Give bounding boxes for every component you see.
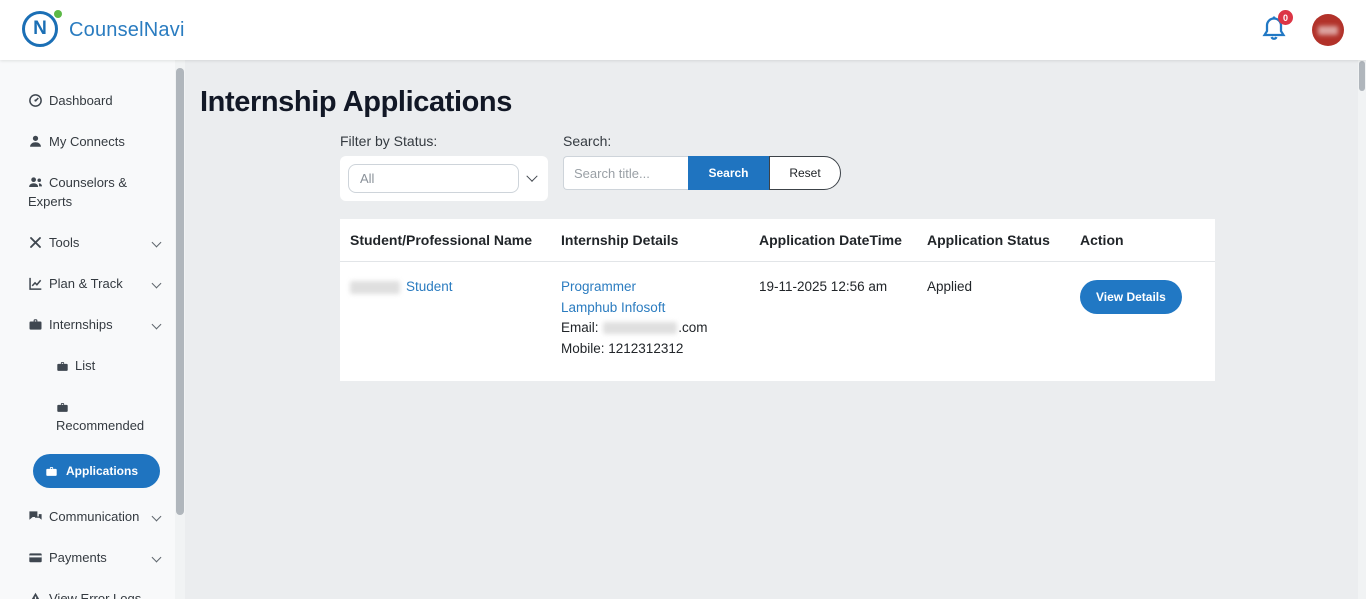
briefcase-icon — [56, 360, 69, 373]
sidebar-item-dashboard[interactable]: Dashboard — [0, 80, 175, 121]
column-header: Internship Details — [551, 219, 749, 261]
chevron-down-icon — [526, 170, 537, 181]
chart-icon — [28, 276, 43, 291]
view-details-button[interactable]: View Details — [1080, 280, 1182, 314]
action-cell: View Details — [1070, 262, 1215, 381]
sidebar-scrollbar-thumb[interactable] — [176, 68, 184, 515]
column-header: Application Status — [917, 219, 1070, 261]
filter-label: Filter by Status: — [340, 133, 548, 149]
avatar-label-blurred — [1318, 26, 1338, 35]
person-icon — [28, 134, 43, 149]
applications-table: Student/Professional Name Internship Det… — [340, 219, 1215, 381]
column-header: Application DateTime — [749, 219, 917, 261]
sidebar-item-internships[interactable]: Internships — [0, 304, 175, 345]
sidebar-item-label: Dashboard — [49, 93, 113, 108]
counselnavi-logo-icon: N — [22, 11, 60, 49]
chevron-down-icon — [152, 512, 162, 522]
sidebar-scrollbar — [175, 60, 185, 599]
sidebar: Dashboard My Connects Counselors & Exper… — [0, 60, 175, 599]
reset-button[interactable]: Reset — [769, 156, 841, 190]
search-label: Search: — [563, 133, 841, 149]
sidebar-item-label: Internships — [49, 317, 113, 332]
briefcase-icon — [28, 317, 43, 332]
internship-details-cell: Programmer Lamphub Infosoft Email: .com … — [551, 262, 749, 381]
bell-icon — [1260, 30, 1288, 47]
student-name-blurred — [350, 281, 400, 294]
sidebar-item-label: Payments — [49, 550, 107, 565]
table-header-row: Student/Professional Name Internship Det… — [340, 219, 1215, 262]
chevron-down-icon — [152, 553, 162, 563]
search-group: Search: Search Reset — [563, 133, 841, 190]
page-title: Internship Applications — [200, 86, 1358, 119]
sidebar-item-counselors-experts[interactable]: Counselors & Experts — [0, 162, 175, 222]
chevron-down-icon — [152, 238, 162, 248]
application-status-cell: Applied — [917, 262, 1070, 381]
sidebar-item-communication[interactable]: Communication — [0, 496, 175, 537]
internship-title-link[interactable]: Programmer — [561, 279, 636, 294]
page-scrollbar-thumb[interactable] — [1359, 61, 1365, 91]
briefcase-icon — [45, 465, 58, 478]
notifications-button[interactable]: 0 — [1260, 15, 1290, 45]
chat-icon — [28, 509, 43, 524]
sidebar-item-payments[interactable]: Payments — [0, 537, 175, 578]
tools-icon — [28, 235, 43, 250]
sidebar-item-applications[interactable]: Applications — [33, 454, 160, 488]
sidebar-item-label: Plan & Track — [49, 276, 123, 291]
sidebar-item-label: Recommended — [56, 418, 144, 433]
briefcase-icon — [56, 401, 69, 414]
sidebar-item-label: Applications — [66, 464, 138, 478]
sidebar-item-recommended[interactable]: Recommended — [0, 386, 175, 446]
page-scrollbar — [1358, 60, 1366, 599]
internships-submenu: List Recommended Applications — [0, 345, 175, 488]
company-link[interactable]: Lamphub Infosoft — [561, 300, 665, 315]
card-icon — [28, 550, 43, 565]
status-filter-value: All — [348, 164, 519, 193]
sidebar-item-label: List — [75, 358, 95, 373]
sidebar-item-list[interactable]: List — [0, 345, 175, 386]
sidebar-item-label: View Error Logs — [49, 591, 141, 599]
notification-badge: 0 — [1278, 10, 1293, 25]
student-name-link[interactable]: Student — [406, 279, 453, 294]
brand-name: CounselNavi — [69, 19, 185, 42]
filter-group: Filter by Status: All — [340, 133, 548, 201]
sidebar-item-my-connects[interactable]: My Connects — [0, 121, 175, 162]
student-name-cell: Student — [340, 262, 551, 381]
search-button[interactable]: Search — [688, 156, 769, 190]
application-datetime-cell: 19-11-2025 12:56 am — [749, 262, 917, 381]
sidebar-item-view-error-logs[interactable]: View Error Logs — [0, 578, 175, 599]
column-header: Action — [1070, 219, 1215, 261]
chevron-down-icon — [152, 320, 162, 330]
warning-icon — [28, 591, 43, 599]
column-header: Student/Professional Name — [340, 219, 551, 261]
sidebar-item-label: Communication — [49, 509, 139, 524]
sidebar-item-plan-track[interactable]: Plan & Track — [0, 263, 175, 304]
sidebar-item-label: Tools — [49, 235, 79, 250]
email-blurred — [603, 322, 677, 334]
main-content: Internship Applications Filter by Status… — [185, 60, 1358, 599]
table-row: Student Programmer Lamphub Infosoft Emai… — [340, 262, 1215, 381]
table-controls: Filter by Status: All Search: Search Res… — [340, 133, 1358, 201]
header-actions: 0 — [1260, 14, 1344, 46]
email-domain: .com — [678, 320, 707, 335]
dashboard-icon — [28, 93, 43, 108]
chevron-down-icon — [152, 279, 162, 289]
user-avatar[interactable] — [1312, 14, 1344, 46]
mobile-text: Mobile: 1212312312 — [561, 341, 683, 356]
people-icon — [28, 175, 43, 190]
brand[interactable]: N CounselNavi — [22, 11, 185, 49]
status-filter-select[interactable]: All — [340, 156, 548, 201]
email-label: Email: — [561, 320, 599, 335]
sidebar-item-label: My Connects — [49, 134, 125, 149]
top-header: N CounselNavi 0 — [0, 0, 1366, 60]
search-input[interactable] — [563, 156, 688, 190]
sidebar-item-tools[interactable]: Tools — [0, 222, 175, 263]
